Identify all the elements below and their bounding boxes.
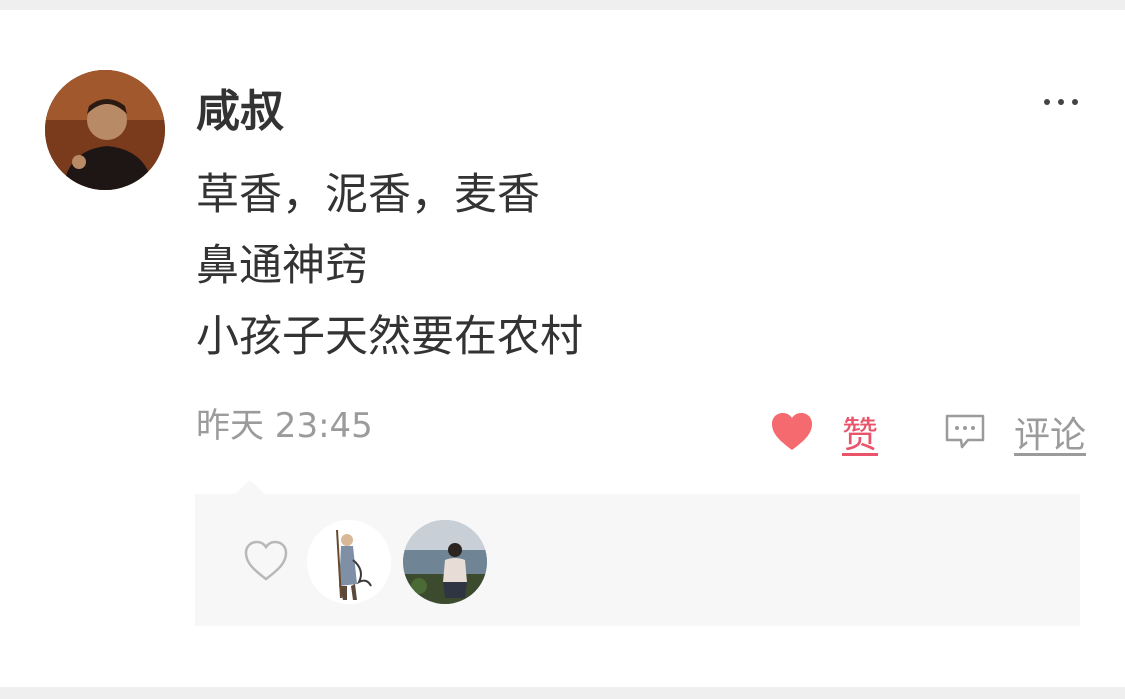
likes-panel [195, 494, 1080, 626]
more-icon[interactable] [1036, 82, 1086, 122]
content-line: 草香，泥香，麦香 [196, 170, 540, 220]
bottom-divider [0, 687, 1125, 699]
content-line: 鼻通神窍 [196, 241, 368, 291]
comment-bubble-icon [945, 414, 985, 449]
liker-avatar-photo [403, 520, 487, 604]
like-label: 赞 [842, 415, 879, 456]
like-button[interactable]: 赞 [770, 408, 878, 456]
heart-outline-icon [244, 540, 288, 581]
post-content: 草香，泥香，麦香 鼻通神窍 小孩子天然要在农村 [196, 160, 583, 373]
liker-avatar[interactable] [307, 520, 391, 604]
content-line: 小孩子天然要在农村 [196, 312, 583, 362]
comment-button[interactable]: 评论 [944, 408, 1086, 456]
heart-filled-icon [772, 413, 812, 450]
user-avatar[interactable] [45, 70, 165, 190]
username[interactable]: 咸叔 [196, 82, 284, 142]
post-time: 昨天 23:45 [196, 406, 373, 446]
liker-avatar[interactable] [403, 520, 487, 604]
avatar-portrait [45, 70, 165, 190]
comment-label: 评论 [1014, 415, 1087, 456]
liker-avatar-figure [307, 520, 391, 604]
